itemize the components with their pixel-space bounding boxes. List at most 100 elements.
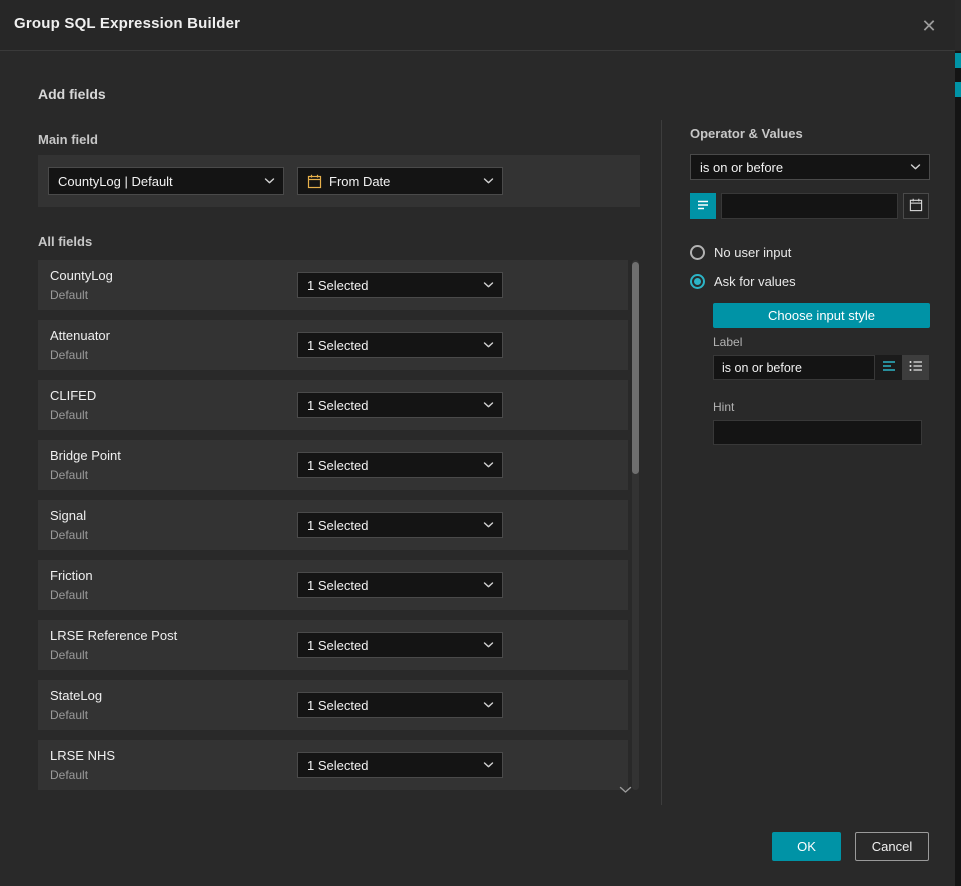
radio-label: Ask for values xyxy=(714,274,796,289)
field-sublabel: Default xyxy=(50,288,88,302)
column-divider xyxy=(661,120,662,805)
chevron-down-icon xyxy=(483,342,494,349)
calendar-icon xyxy=(307,174,322,189)
field-lines-icon xyxy=(696,198,710,215)
chevron-down-icon xyxy=(483,282,494,289)
operator-values-heading: Operator & Values xyxy=(690,126,803,141)
dialog-header: Group SQL Expression Builder ✕ xyxy=(0,0,955,51)
field-values-dropdown[interactable]: 1 Selected xyxy=(297,632,503,658)
chevron-down-icon xyxy=(483,702,494,709)
radio-icon xyxy=(690,245,705,260)
field-name: CLIFED xyxy=(50,388,96,403)
radio-icon-checked xyxy=(690,274,705,289)
calendar-icon xyxy=(909,198,923,215)
field-name: StateLog xyxy=(50,688,102,703)
dropdown-value: 1 Selected xyxy=(307,698,368,713)
field-values-dropdown[interactable]: 1 Selected xyxy=(297,752,503,778)
single-input-style-button[interactable] xyxy=(875,355,902,380)
dropdown-value: 1 Selected xyxy=(307,278,368,293)
hint-input[interactable] xyxy=(713,420,922,445)
field-row: Friction Default 1 Selected xyxy=(38,560,628,610)
field-name: Attenuator xyxy=(50,328,110,343)
scrollbar-thumb[interactable] xyxy=(632,262,639,474)
field-name: Bridge Point xyxy=(50,448,121,463)
radio-label: No user input xyxy=(714,245,791,260)
label-caption: Label xyxy=(713,335,742,349)
field-row: LRSE NHS Default 1 Selected xyxy=(38,740,628,790)
add-fields-heading: Add fields xyxy=(38,86,106,102)
choose-input-style-button[interactable]: Choose input style xyxy=(713,303,930,328)
radio-no-user-input[interactable]: No user input xyxy=(690,245,791,260)
field-name: LRSE Reference Post xyxy=(50,628,177,643)
dropdown-value: CountyLog | Default xyxy=(58,174,173,189)
dropdown-value: 1 Selected xyxy=(307,518,368,533)
all-fields-label: All fields xyxy=(38,234,92,249)
close-button[interactable]: ✕ xyxy=(915,12,943,40)
chevron-down-icon xyxy=(264,178,275,185)
field-name: Friction xyxy=(50,568,93,583)
value-input[interactable] xyxy=(721,193,898,219)
dropdown-value: 1 Selected xyxy=(307,458,368,473)
main-date-field-dropdown[interactable]: From Date xyxy=(297,167,503,195)
field-sublabel: Default xyxy=(50,768,88,782)
ok-button[interactable]: OK xyxy=(772,832,841,861)
field-values-dropdown[interactable]: 1 Selected xyxy=(297,452,503,478)
page-edge-accent xyxy=(955,53,961,68)
field-name: LRSE NHS xyxy=(50,748,115,763)
page-edge-strip xyxy=(955,51,961,886)
cancel-button[interactable]: Cancel xyxy=(855,832,929,861)
chevron-down-icon xyxy=(910,164,921,171)
scroll-down-icon[interactable] xyxy=(619,786,632,794)
dropdown-value: is on or before xyxy=(700,160,783,175)
dropdown-value: 1 Selected xyxy=(307,638,368,653)
field-row: StateLog Default 1 Selected xyxy=(38,680,628,730)
field-sublabel: Default xyxy=(50,528,88,542)
field-sublabel: Default xyxy=(50,648,88,662)
field-row: Signal Default 1 Selected xyxy=(38,500,628,550)
operator-dropdown[interactable]: is on or before xyxy=(690,154,930,180)
chevron-down-icon xyxy=(483,522,494,529)
field-values-dropdown[interactable]: 1 Selected xyxy=(297,392,503,418)
chevron-down-icon xyxy=(483,462,494,469)
field-values-dropdown[interactable]: 1 Selected xyxy=(297,692,503,718)
dropdown-value: 1 Selected xyxy=(307,758,368,773)
field-name: Signal xyxy=(50,508,86,523)
field-row: CLIFED Default 1 Selected xyxy=(38,380,628,430)
field-sublabel: Default xyxy=(50,348,88,362)
chevron-down-icon xyxy=(483,402,494,409)
chevron-down-icon xyxy=(483,178,494,185)
group-sql-expression-builder-dialog: Group SQL Expression Builder ✕ Add field… xyxy=(0,0,961,886)
dropdown-value: 1 Selected xyxy=(307,578,368,593)
radio-ask-for-values[interactable]: Ask for values xyxy=(690,274,796,289)
dropdown-value: From Date xyxy=(329,174,390,189)
field-row: Attenuator Default 1 Selected xyxy=(38,320,628,370)
text-input-style-icon xyxy=(882,360,896,375)
main-field-label: Main field xyxy=(38,132,98,147)
main-layer-dropdown[interactable]: CountyLog | Default xyxy=(48,167,284,195)
field-values-dropdown[interactable]: 1 Selected xyxy=(297,332,503,358)
field-sublabel: Default xyxy=(50,588,88,602)
page-edge-accent xyxy=(955,82,961,97)
field-sublabel: Default xyxy=(50,468,88,482)
main-field-panel: CountyLog | Default From Date xyxy=(38,155,640,207)
dialog-title: Group SQL Expression Builder xyxy=(14,15,240,32)
set-from-field-button[interactable] xyxy=(690,193,716,219)
field-values-dropdown[interactable]: 1 Selected xyxy=(297,572,503,598)
hint-caption: Hint xyxy=(713,400,734,414)
label-input[interactable] xyxy=(713,355,875,380)
field-row: Bridge Point Default 1 Selected xyxy=(38,440,628,490)
calendar-button[interactable] xyxy=(903,193,929,219)
list-input-style-icon xyxy=(909,360,923,375)
chevron-down-icon xyxy=(483,582,494,589)
field-row: CountyLog Default 1 Selected xyxy=(38,260,628,310)
list-scrollbar[interactable] xyxy=(632,260,639,790)
field-sublabel: Default xyxy=(50,708,88,722)
field-name: CountyLog xyxy=(50,268,113,283)
field-values-dropdown[interactable]: 1 Selected xyxy=(297,272,503,298)
chevron-down-icon xyxy=(483,762,494,769)
chevron-down-icon xyxy=(483,642,494,649)
field-values-dropdown[interactable]: 1 Selected xyxy=(297,512,503,538)
close-icon: ✕ xyxy=(921,16,936,36)
dropdown-value: 1 Selected xyxy=(307,398,368,413)
list-input-style-button[interactable] xyxy=(902,355,929,380)
